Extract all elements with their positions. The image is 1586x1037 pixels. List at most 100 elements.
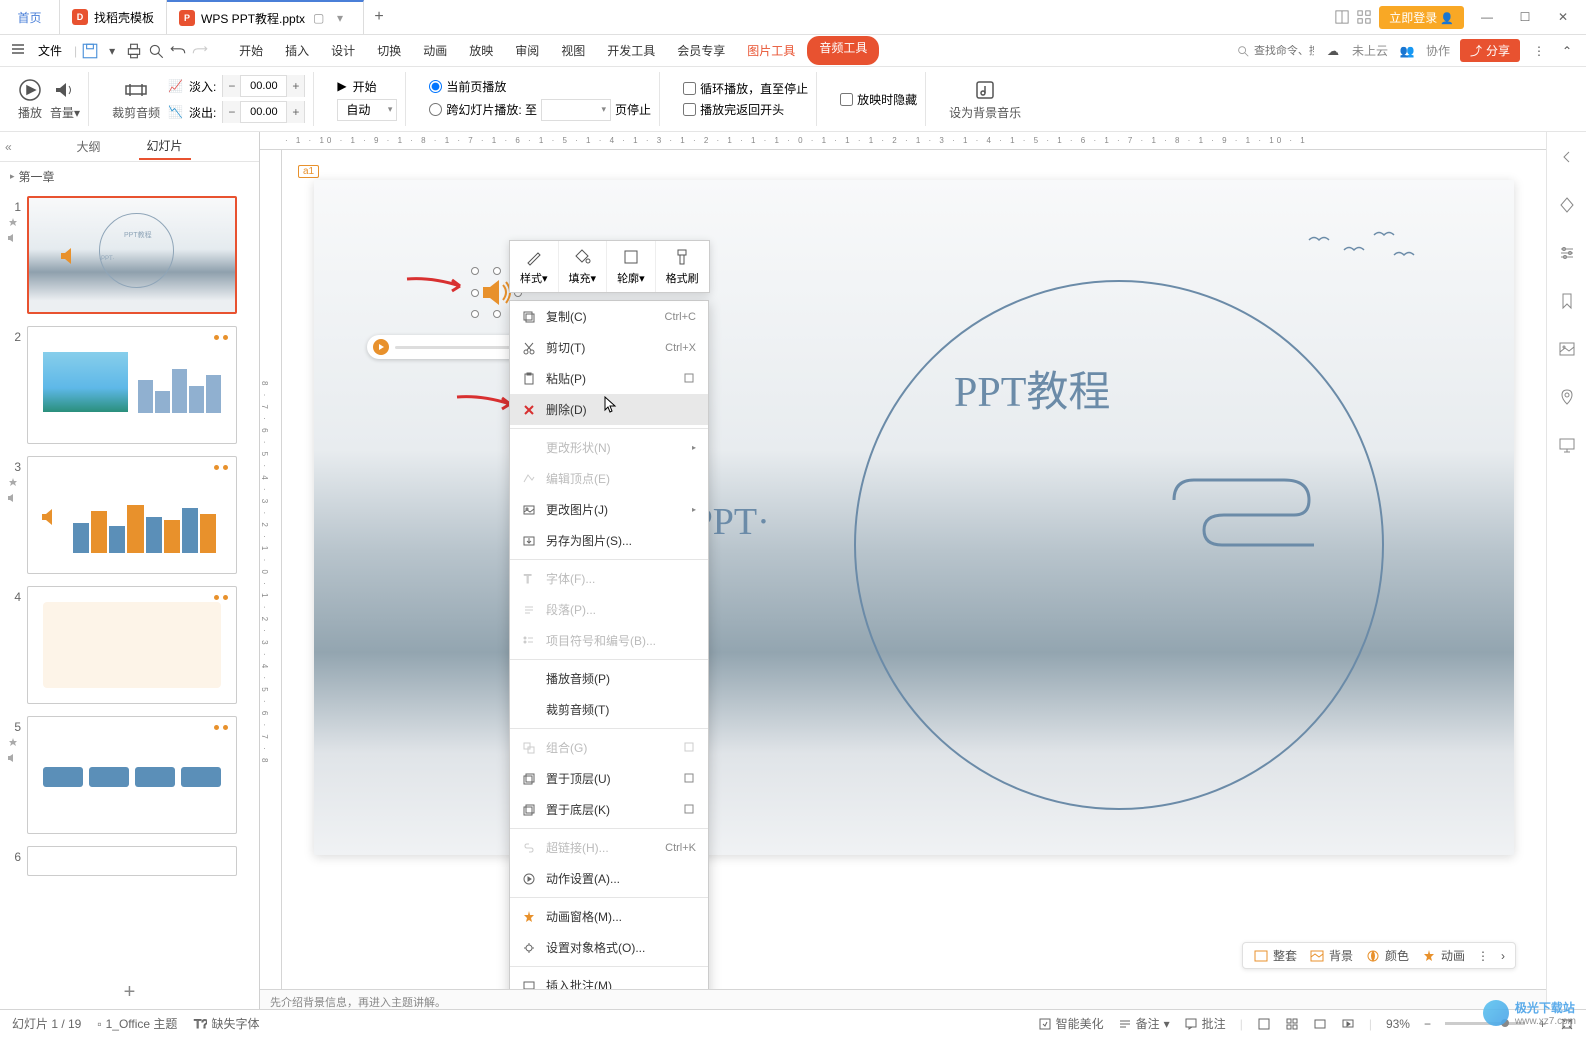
slide-canvas[interactable]: PPT教程 ·PPT· — [314, 180, 1514, 855]
view-reading-icon[interactable] — [1313, 1017, 1327, 1031]
comments-button[interactable]: 批注 — [1184, 1015, 1226, 1032]
comment-tag-1[interactable]: a1 — [298, 165, 319, 178]
panel-collapse-icon[interactable]: « — [5, 140, 12, 154]
menu-tab-view[interactable]: 视图 — [551, 36, 595, 65]
theme-label[interactable]: ▫ 1_Office 主题 — [97, 1015, 177, 1032]
rs-location-icon[interactable] — [1557, 387, 1577, 407]
across-slides-radio[interactable]: 跨幻灯片播放: 至 页停止 — [429, 99, 651, 121]
trim-audio-button[interactable]: 裁剪音频 — [112, 78, 160, 121]
menu-tab-picture-tools[interactable]: 图片工具 — [737, 36, 805, 65]
float-more-icon[interactable]: ⋮ — [1477, 949, 1489, 963]
fullset-button[interactable]: 整套 — [1253, 947, 1297, 964]
ctx-paste[interactable]: 粘贴(P) — [510, 363, 708, 394]
menu-tab-slideshow[interactable]: 放映 — [459, 36, 503, 65]
coop-label[interactable]: 协作 — [1426, 42, 1450, 59]
start-dropdown[interactable]: 自动 — [337, 99, 397, 121]
return-checkbox[interactable]: 播放完返回开头 — [683, 101, 808, 118]
beautify-button[interactable]: 智能美化 — [1038, 1015, 1104, 1032]
view-sorter-icon[interactable] — [1285, 1017, 1299, 1031]
ctx-save-as-picture[interactable]: 另存为图片(S)... — [510, 525, 708, 556]
add-slide-button[interactable]: + — [0, 971, 259, 1014]
hide-checkbox[interactable]: 放映时隐藏 — [840, 91, 917, 108]
volume-button[interactable]: 音量▾ — [50, 78, 80, 121]
rs-chevron-icon[interactable] — [1557, 147, 1577, 167]
view-slideshow-icon[interactable] — [1341, 1017, 1355, 1031]
anim-button[interactable]: 动画 — [1421, 947, 1465, 964]
menu-tab-animation[interactable]: 动画 — [413, 36, 457, 65]
thumb-3[interactable]: 3 — [5, 456, 254, 574]
tab-templates[interactable]: D 找稻壳模板 — [60, 0, 167, 34]
print-icon[interactable] — [125, 42, 143, 60]
coop-icon[interactable]: 👥 — [1398, 42, 1416, 60]
rs-bookmark-icon[interactable] — [1557, 291, 1577, 311]
cloud-icon[interactable]: ☁ — [1324, 42, 1342, 60]
share-button[interactable]: ⤴ 分享 — [1460, 39, 1520, 62]
layout-icon[interactable] — [1335, 10, 1349, 24]
fill-button[interactable]: 填充▾ — [559, 241, 608, 292]
ctx-trim-audio[interactable]: 裁剪音频(T) — [510, 694, 708, 725]
minimize-button[interactable]: — — [1472, 2, 1502, 32]
login-button[interactable]: 立即登录 👤 — [1379, 6, 1464, 29]
across-slides-dropdown[interactable] — [541, 99, 611, 121]
play-icon[interactable] — [373, 339, 389, 355]
thumb-6[interactable]: 6 — [5, 846, 254, 876]
outline-tab[interactable]: 大纲 — [68, 134, 108, 159]
rs-diamond-icon[interactable] — [1557, 195, 1577, 215]
tab-close-icon[interactable]: ▾ — [337, 11, 351, 25]
current-page-radio[interactable]: 当前页播放 — [429, 78, 651, 95]
menu-tab-insert[interactable]: 插入 — [275, 36, 319, 65]
fade-out-input[interactable]: −+ — [222, 101, 305, 123]
save-icon[interactable] — [81, 42, 99, 60]
ctx-bring-front[interactable]: 置于顶层(U) — [510, 763, 708, 794]
ctx-animation-pane[interactable]: 动画窗格(M)... — [510, 901, 708, 932]
preview-icon[interactable] — [147, 42, 165, 60]
expand-icon[interactable]: ⌃ — [1558, 42, 1576, 60]
seek-bar[interactable] — [395, 346, 517, 349]
section-title[interactable]: 第一章 — [0, 162, 259, 191]
rs-settings-icon[interactable] — [1557, 243, 1577, 263]
style-button[interactable]: 样式▾ — [510, 241, 559, 292]
thumb-1[interactable]: 1 PPT教程·PPT· — [5, 196, 254, 314]
cloud-status[interactable]: 未上云 — [1352, 42, 1388, 59]
bg-button[interactable]: 背景 — [1309, 947, 1353, 964]
rs-present-icon[interactable] — [1557, 435, 1577, 455]
grid-icon[interactable] — [1357, 10, 1371, 24]
hamburger-icon[interactable] — [10, 41, 26, 60]
color-button[interactable]: 颜色 — [1365, 947, 1409, 964]
ctx-copy[interactable]: 复制(C)Ctrl+C — [510, 301, 708, 332]
float-next-icon[interactable]: › — [1501, 949, 1505, 963]
maximize-button[interactable]: ☐ — [1510, 2, 1540, 32]
file-menu[interactable]: 文件 — [30, 38, 70, 63]
undo-icon[interactable] — [169, 42, 187, 60]
menu-tab-vip[interactable]: 会员专享 — [667, 36, 735, 65]
print-icon[interactable]: ▾ — [103, 42, 121, 60]
search-input[interactable] — [1254, 45, 1314, 57]
menu-tab-review[interactable]: 审阅 — [505, 36, 549, 65]
redo-icon[interactable] — [191, 42, 209, 60]
ctx-send-back[interactable]: 置于底层(K) — [510, 794, 708, 825]
menu-tab-transition[interactable]: 切换 — [367, 36, 411, 65]
view-normal-icon[interactable] — [1257, 1017, 1271, 1031]
ctx-action[interactable]: 动作设置(A)... — [510, 863, 708, 894]
ctx-play-audio[interactable]: 播放音频(P) — [510, 663, 708, 694]
tab-home[interactable]: 首页 — [0, 0, 60, 34]
menu-tab-design[interactable]: 设计 — [321, 36, 365, 65]
rs-image-icon[interactable] — [1557, 339, 1577, 359]
zoom-out-button[interactable]: − — [1424, 1017, 1431, 1031]
slides-tab[interactable]: 幻灯片 — [139, 133, 191, 160]
new-tab-button[interactable]: + — [364, 8, 394, 26]
ctx-cut[interactable]: 剪切(T)Ctrl+X — [510, 332, 708, 363]
tab-current-file[interactable]: P WPS PPT教程.pptx ▢ ▾ — [167, 0, 364, 34]
close-button[interactable]: ✕ — [1548, 2, 1578, 32]
outline-button[interactable]: 轮廓▾ — [607, 241, 656, 292]
fade-in-input[interactable]: −+ — [222, 75, 305, 97]
loop-checkbox[interactable]: 循环播放，直至停止 — [683, 80, 808, 97]
tab-window-icon[interactable]: ▢ — [313, 11, 327, 25]
thumb-4[interactable]: 4 — [5, 586, 254, 704]
thumb-5[interactable]: 5 — [5, 716, 254, 834]
search-box[interactable] — [1236, 44, 1314, 58]
ctx-format-object[interactable]: 设置对象格式(O)... — [510, 932, 708, 963]
more-icon[interactable]: ⋮ — [1530, 42, 1548, 60]
thumb-2[interactable]: 2 — [5, 326, 254, 444]
notes-button[interactable]: 备注▾ — [1118, 1015, 1170, 1032]
